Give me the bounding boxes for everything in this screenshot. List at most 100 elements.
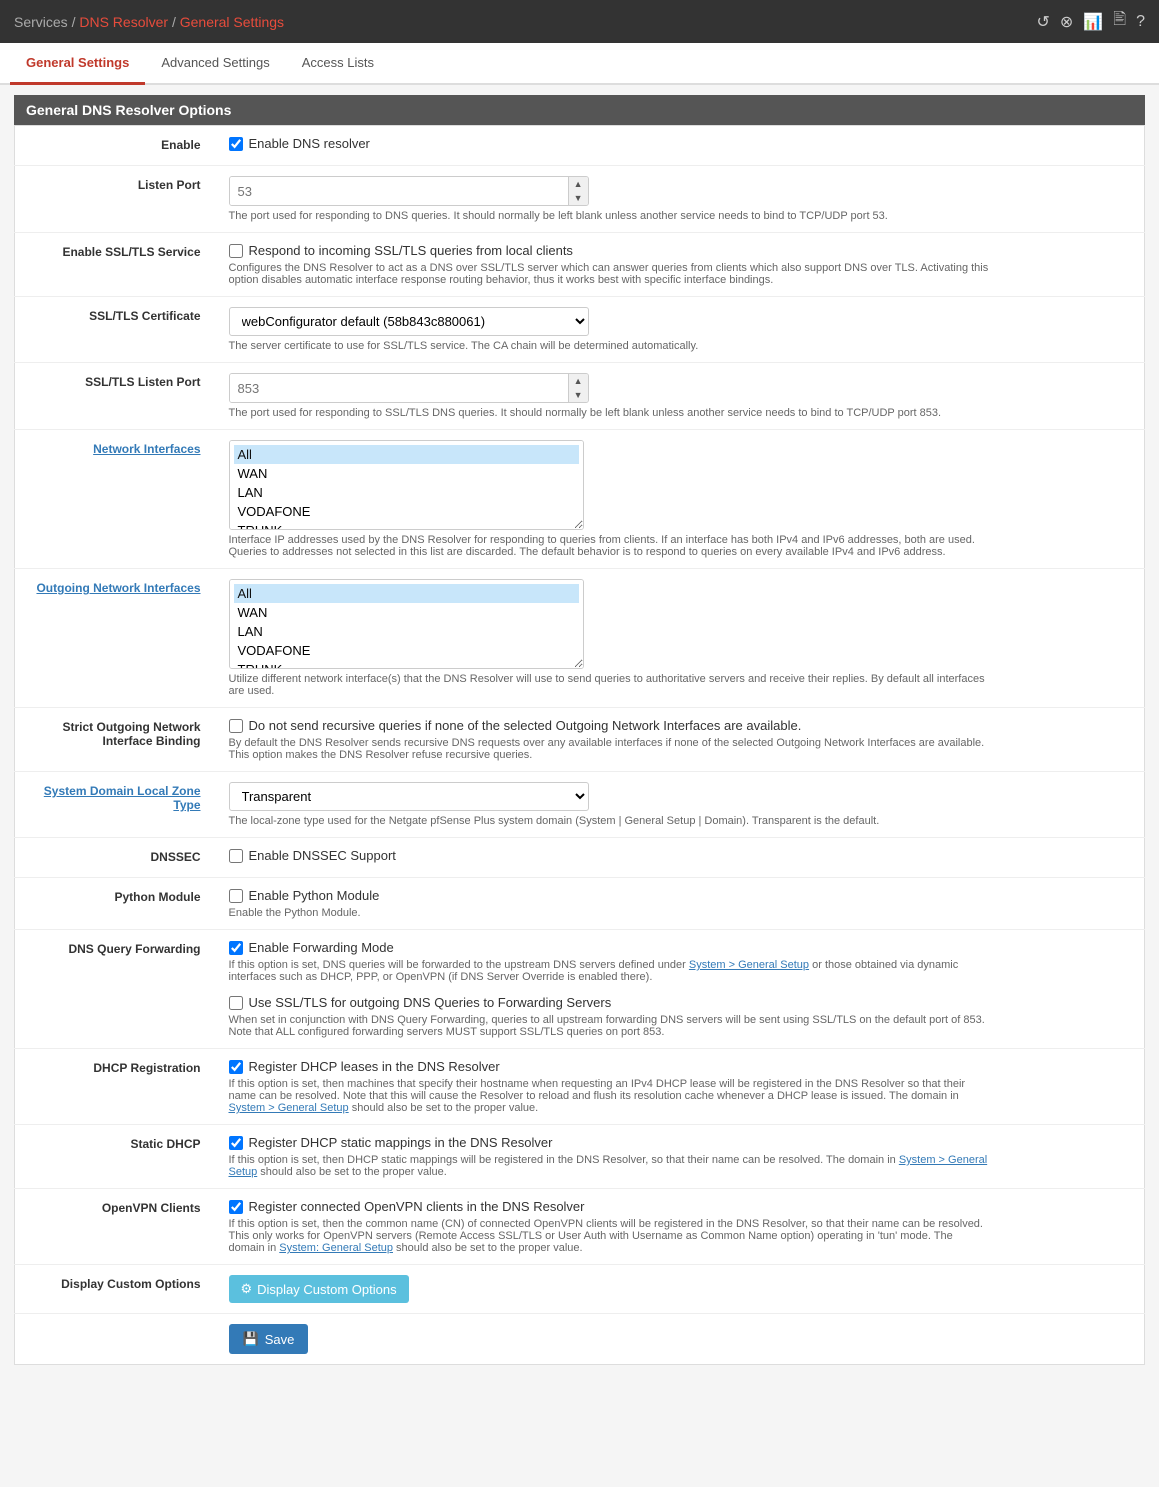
value-python: Enable Python Module Enable the Python M… bbox=[215, 878, 1145, 930]
checkbox-row-dnssec: Enable DNSSEC Support bbox=[229, 848, 1131, 863]
page-container: General DNS Resolver Options Enable Enab… bbox=[0, 85, 1159, 1385]
help-icon[interactable]: ? bbox=[1136, 13, 1145, 31]
checkbox-row-static-dhcp: Register DHCP static mappings in the DNS… bbox=[229, 1135, 1131, 1150]
listen-port-down[interactable]: ▼ bbox=[569, 191, 588, 205]
python-checkbox[interactable] bbox=[229, 889, 243, 903]
row-listen-port: Listen Port ▲ ▼ The port used for respon… bbox=[15, 166, 1145, 233]
oi-lan: LAN bbox=[234, 622, 579, 641]
ni-vodafone: VODAFONE bbox=[234, 502, 579, 521]
strict-outgoing-checkbox[interactable] bbox=[229, 719, 243, 733]
tab-access-lists[interactable]: Access Lists bbox=[286, 43, 390, 85]
ni-all: All bbox=[234, 445, 579, 464]
settings-table: Enable Enable DNS resolver Listen Port ▲… bbox=[14, 125, 1145, 1365]
network-interfaces-link[interactable]: Network Interfaces bbox=[93, 442, 200, 456]
listen-port-help: The port used for responding to DNS quer… bbox=[229, 210, 989, 222]
ssl-forwarding-checkbox[interactable] bbox=[229, 996, 243, 1010]
row-python: Python Module Enable Python Module Enabl… bbox=[15, 878, 1145, 930]
openvpn-clients-checkbox[interactable] bbox=[229, 1200, 243, 1214]
tab-advanced-settings[interactable]: Advanced Settings bbox=[145, 43, 285, 85]
breadcrumb-dns-resolver[interactable]: DNS Resolver bbox=[79, 14, 168, 30]
network-interfaces-listbox[interactable]: All WAN LAN VODAFONE TRUNK bbox=[229, 440, 584, 530]
value-openvpn-clients: Register connected OpenVPN clients in th… bbox=[215, 1189, 1145, 1265]
row-outgoing-interfaces: Outgoing Network Interfaces All WAN LAN … bbox=[15, 569, 1145, 708]
ssl-listen-port-input[interactable] bbox=[230, 374, 568, 402]
value-strict-outgoing: Do not send recursive queries if none of… bbox=[215, 708, 1145, 772]
forwarding-checkbox[interactable] bbox=[229, 941, 243, 955]
checkbox-row-openvpn: Register connected OpenVPN clients in th… bbox=[229, 1199, 1131, 1214]
save-icon: 💾 bbox=[243, 1331, 259, 1347]
dhcp-help-link[interactable]: System > General Setup bbox=[229, 1102, 349, 1114]
value-ssl-cert: webConfigurator default (58b843c880061) … bbox=[215, 297, 1145, 363]
ssl-listen-port-help: The port used for responding to SSL/TLS … bbox=[229, 407, 989, 419]
listen-port-input[interactable] bbox=[230, 177, 568, 205]
label-enable: Enable bbox=[15, 126, 215, 166]
forwarding-help-link[interactable]: System > General Setup bbox=[689, 959, 809, 971]
ssl-forwarding-label[interactable]: Use SSL/TLS for outgoing DNS Queries to … bbox=[249, 995, 612, 1010]
ssl-tls-label[interactable]: Respond to incoming SSL/TLS queries from… bbox=[249, 243, 573, 258]
static-dhcp-help-pre: If this option is set, then DHCP static … bbox=[229, 1154, 899, 1166]
dhcp-registration-label[interactable]: Register DHCP leases in the DNS Resolver bbox=[249, 1059, 500, 1074]
listen-port-up[interactable]: ▲ bbox=[569, 177, 588, 191]
stop-icon[interactable]: ⊗ bbox=[1060, 12, 1073, 32]
ssl-tls-checkbox[interactable] bbox=[229, 244, 243, 258]
openvpn-clients-label[interactable]: Register connected OpenVPN clients in th… bbox=[249, 1199, 585, 1214]
static-dhcp-label[interactable]: Register DHCP static mappings in the DNS… bbox=[249, 1135, 553, 1150]
checkbox-row-python: Enable Python Module bbox=[229, 888, 1131, 903]
display-custom-options-button[interactable]: ⚙ Display Custom Options bbox=[229, 1275, 409, 1303]
ssl-listen-port-spinner: ▲ ▼ bbox=[229, 373, 589, 403]
python-label[interactable]: Enable Python Module bbox=[249, 888, 380, 903]
row-enable: Enable Enable DNS resolver bbox=[15, 126, 1145, 166]
breadcrumb-general-settings[interactable]: General Settings bbox=[180, 14, 284, 30]
save-label: Save bbox=[265, 1332, 295, 1347]
dhcp-registration-checkbox[interactable] bbox=[229, 1060, 243, 1074]
checkbox-row-forwarding: Enable Forwarding Mode bbox=[229, 940, 1131, 955]
value-enable: Enable DNS resolver bbox=[215, 126, 1145, 166]
list-icon[interactable]: 🖹 bbox=[1113, 8, 1126, 35]
forwarding-label[interactable]: Enable Forwarding Mode bbox=[249, 940, 394, 955]
openvpn-help-post: should also be set to the proper value. bbox=[393, 1242, 583, 1254]
value-dns-query-forwarding: Enable Forwarding Mode If this option is… bbox=[215, 930, 1145, 1049]
strict-outgoing-help: By default the DNS Resolver sends recurs… bbox=[229, 737, 989, 761]
enable-checkbox[interactable] bbox=[229, 137, 243, 151]
breadcrumb: Services / DNS Resolver / General Settin… bbox=[14, 14, 284, 30]
ssl-cert-help: The server certificate to use for SSL/TL… bbox=[229, 340, 989, 352]
row-network-interfaces: Network Interfaces All WAN LAN VODAFONE … bbox=[15, 430, 1145, 569]
section-header: General DNS Resolver Options bbox=[14, 95, 1145, 125]
label-outgoing-interfaces: Outgoing Network Interfaces bbox=[15, 569, 215, 708]
ssl-tls-help: Configures the DNS Resolver to act as a … bbox=[229, 262, 989, 286]
row-dnssec: DNSSEC Enable DNSSEC Support bbox=[15, 838, 1145, 878]
value-dhcp-registration: Register DHCP leases in the DNS Resolver… bbox=[215, 1049, 1145, 1125]
save-button[interactable]: 💾 Save bbox=[229, 1324, 309, 1354]
row-static-dhcp: Static DHCP Register DHCP static mapping… bbox=[15, 1125, 1145, 1189]
save-label-cell bbox=[15, 1314, 215, 1365]
label-ssl-listen-port: SSL/TLS Listen Port bbox=[15, 363, 215, 430]
value-listen-port: ▲ ▼ The port used for responding to DNS … bbox=[215, 166, 1145, 233]
top-bar: Services / DNS Resolver / General Settin… bbox=[0, 0, 1159, 43]
forwarding-help: If this option is set, DNS queries will … bbox=[229, 959, 989, 983]
row-save: 💾 Save bbox=[15, 1314, 1145, 1365]
ssl-port-up[interactable]: ▲ bbox=[569, 374, 588, 388]
strict-outgoing-label[interactable]: Do not send recursive queries if none of… bbox=[249, 718, 802, 733]
dnssec-checkbox[interactable] bbox=[229, 849, 243, 863]
dhcp-help-post: should also be set to the proper value. bbox=[349, 1102, 539, 1114]
tabs-bar: General Settings Advanced Settings Acces… bbox=[0, 43, 1159, 85]
ssl-port-down[interactable]: ▼ bbox=[569, 388, 588, 402]
dnssec-label[interactable]: Enable DNSSEC Support bbox=[249, 848, 396, 863]
static-dhcp-help: If this option is set, then DHCP static … bbox=[229, 1154, 989, 1178]
label-display-custom-options: Display Custom Options bbox=[15, 1265, 215, 1314]
chart-icon[interactable]: 📊 bbox=[1083, 12, 1103, 32]
system-domain-zone-link[interactable]: System Domain Local Zone Type bbox=[44, 784, 201, 812]
tab-general-settings[interactable]: General Settings bbox=[10, 43, 145, 85]
oi-vodafone: VODAFONE bbox=[234, 641, 579, 660]
system-domain-zone-select[interactable]: Transparent Static Redirect Typetranspar… bbox=[229, 782, 589, 811]
outgoing-interfaces-listbox[interactable]: All WAN LAN VODAFONE TRUNK bbox=[229, 579, 584, 669]
outgoing-interfaces-link[interactable]: Outgoing Network Interfaces bbox=[36, 581, 200, 595]
checkbox-row-dhcp: Register DHCP leases in the DNS Resolver bbox=[229, 1059, 1131, 1074]
enable-label[interactable]: Enable DNS resolver bbox=[249, 136, 370, 151]
checkbox-row-ssl: Respond to incoming SSL/TLS queries from… bbox=[229, 243, 1131, 258]
ssl-cert-select[interactable]: webConfigurator default (58b843c880061) bbox=[229, 307, 589, 336]
openvpn-help-link[interactable]: System: General Setup bbox=[279, 1242, 393, 1254]
static-dhcp-checkbox[interactable] bbox=[229, 1136, 243, 1150]
openvpn-clients-help: If this option is set, then the common n… bbox=[229, 1218, 989, 1254]
reload-icon[interactable]: ↺ bbox=[1036, 12, 1049, 32]
